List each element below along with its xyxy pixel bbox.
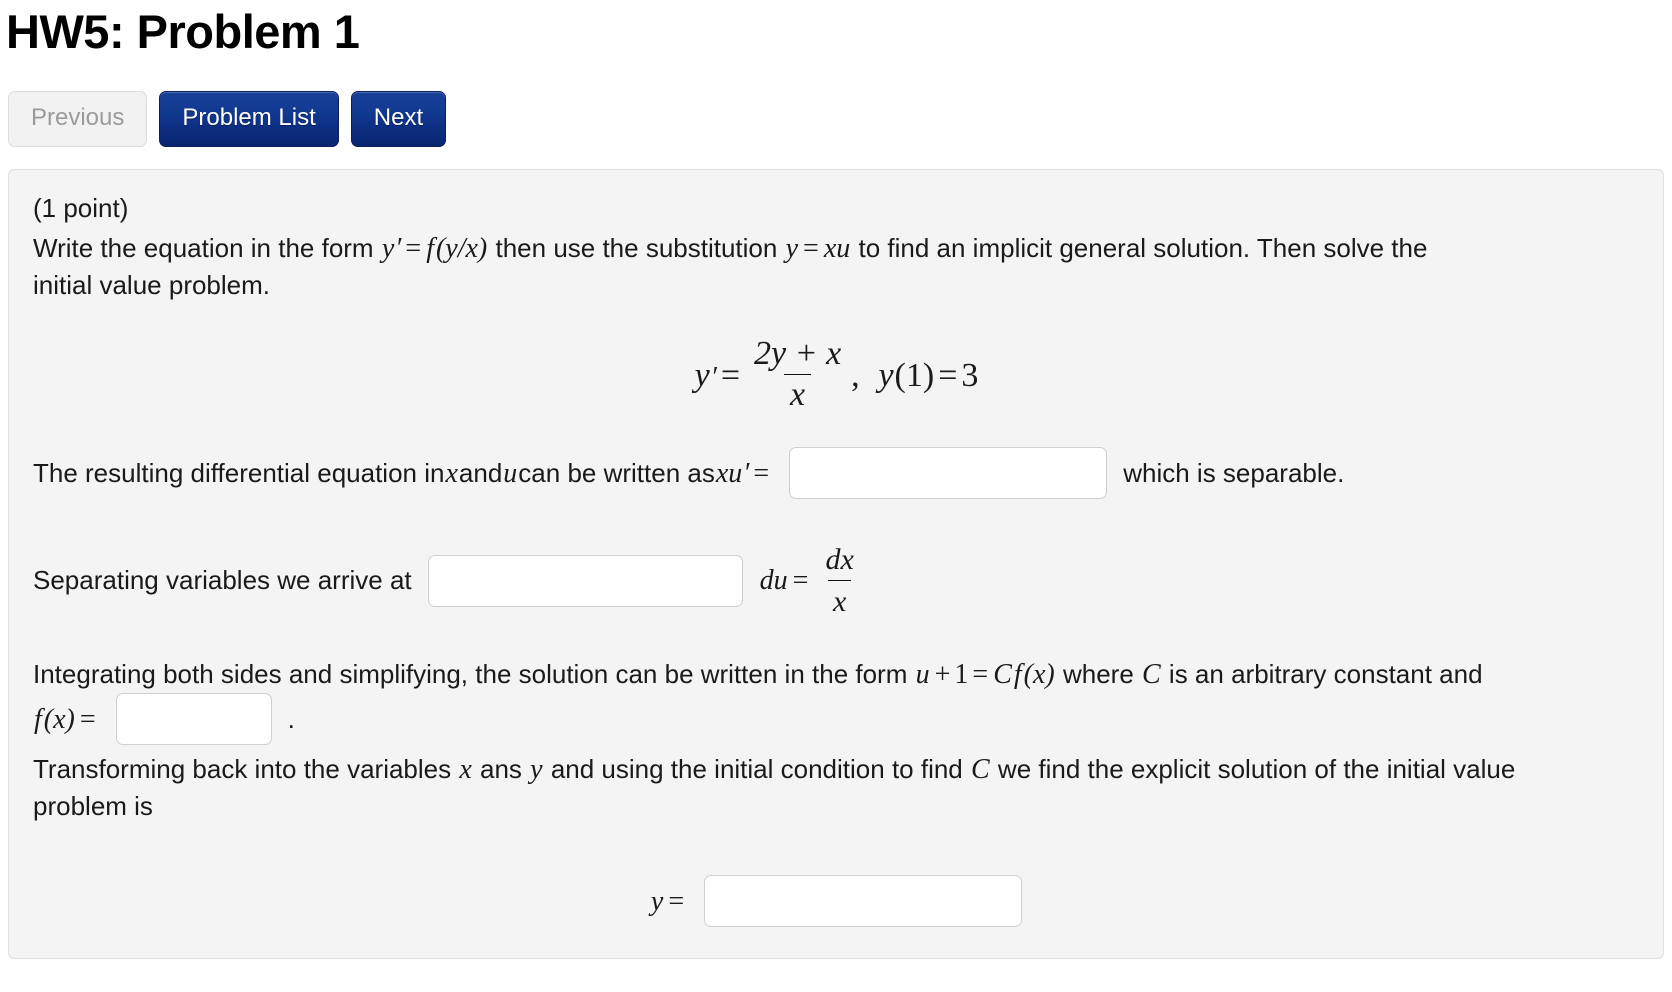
eq-ic-value: 3 — [961, 356, 979, 394]
fx-label-equals: = — [79, 703, 96, 735]
displayed-equation: y′ = 2y + xx, y(1) = 3 — [33, 335, 1639, 417]
eq-equals: = — [720, 356, 741, 394]
transforming-var-x: x — [459, 754, 472, 785]
resulting-text-mid: can be written as — [518, 457, 715, 488]
eq-ic-arg: (1) — [894, 356, 935, 394]
resulting-var-u: u — [503, 457, 518, 489]
resulting-text-after: which is separable. — [1123, 457, 1345, 488]
separating-variables-row: Separating variables we arrive at du = dx x — [33, 541, 1639, 620]
integrating-text-after: is an arbitrary constant and — [1161, 659, 1483, 689]
statement-text-2: then use the substitution — [488, 233, 785, 263]
eq-comma: , — [851, 356, 860, 394]
final-label-y: y — [650, 885, 664, 917]
statement-text-4: initial value problem. — [33, 270, 271, 300]
separating-math-equals: = — [792, 565, 809, 596]
resulting-equation-input[interactable] — [789, 447, 1108, 499]
final-answer-row: y = — [33, 875, 1639, 927]
separating-variables-input[interactable] — [427, 554, 743, 607]
eq-lhs-prime: ′ — [710, 361, 717, 393]
dx-over-x-fraction: dx x — [820, 541, 858, 620]
problem-panel: (1 point) Write the equation in the form… — [8, 169, 1664, 959]
math-equals: = — [405, 233, 422, 264]
fx-label-f: f — [34, 703, 42, 735]
separating-math-du: du — [759, 565, 788, 596]
integrating-math-equals: = — [972, 659, 989, 690]
points-label: (1 point) — [33, 193, 129, 223]
integrating-math-arg: (x) — [1023, 659, 1055, 690]
page-title: HW5: Problem 1 — [6, 5, 360, 58]
previous-button[interactable]: Previous — [8, 91, 148, 147]
statement-text-1: Write the equation in the form — [33, 233, 381, 263]
resulting-var-x: x — [445, 457, 458, 489]
math-f: f — [426, 233, 434, 264]
math-f-argument: (y/x) — [435, 233, 488, 264]
final-answer-input[interactable] — [704, 875, 1023, 927]
fx-label-arg: (x) — [43, 703, 75, 735]
separating-text-before: Separating variables we arrive at — [33, 565, 412, 595]
problem-list-button[interactable]: Problem List — [159, 91, 339, 147]
integrating-text-before: Integrating both sides and simplifying, … — [33, 659, 915, 689]
math-equals-2: = — [803, 233, 819, 264]
math-y: y — [381, 233, 395, 264]
integrating-text-mid: where — [1055, 659, 1142, 689]
resulting-text-and: and — [458, 457, 503, 488]
resulting-equation-row: The resulting differential equation in x… — [33, 447, 1639, 499]
eq-numerator: 2y + x — [754, 335, 842, 372]
eq-lhs-y: y — [694, 356, 710, 394]
problem-statement: Write the equation in the form y′ = f(y/x)… — [33, 230, 1639, 304]
problem-page: HW5: Problem 1 Previous Problem List Nex… — [0, 2, 1672, 992]
integrating-math-one: 1 — [954, 659, 969, 690]
resulting-math-xu: xu — [715, 457, 743, 489]
transforming-math-C: C — [971, 754, 990, 785]
transforming-text-mid: and using the initial condition to find — [543, 754, 970, 784]
fx-period: . — [287, 703, 295, 734]
integrating-math-plus: + — [934, 659, 951, 690]
eq-denominator: x — [784, 374, 812, 414]
transforming-text-line2: problem is — [33, 791, 153, 821]
transforming-text-after: we find the explicit solution of the ini… — [990, 754, 1516, 784]
transforming-paragraph: Transforming back into the variables x a… — [33, 751, 1639, 825]
transforming-text-ans: ans — [472, 754, 530, 784]
dx-denominator: x — [827, 580, 852, 620]
integrating-math-u: u — [915, 659, 930, 690]
resulting-math-equals: = — [753, 457, 770, 489]
eq-fraction: 2y + xx — [748, 335, 847, 414]
integrating-math-C2: C — [1142, 659, 1161, 690]
fx-answer-input[interactable] — [115, 693, 272, 745]
transforming-var-y: y — [530, 754, 543, 785]
integrating-math-f: f — [1013, 659, 1022, 690]
integrating-math-C: C — [993, 659, 1012, 690]
eq-ic-equals: = — [938, 356, 958, 394]
final-label-equals: = — [668, 885, 685, 917]
integrating-paragraph: Integrating both sides and simplifying, … — [33, 656, 1639, 693]
eq-ic-y: y — [878, 356, 894, 394]
resulting-text-before: The resulting differential equation in — [33, 457, 445, 488]
math-y-sub: y — [785, 233, 799, 264]
navigation-buttons: Previous Problem List Next — [8, 91, 1672, 147]
dx-numerator: dx — [825, 543, 854, 576]
next-button[interactable]: Next — [350, 91, 447, 147]
statement-text-3: to find an implicit general solution. Th… — [851, 233, 1428, 263]
fx-answer-row: f (x) = . — [33, 693, 1639, 745]
math-xu: xu — [823, 233, 851, 264]
transforming-text-before: Transforming back into the variables — [33, 754, 459, 784]
